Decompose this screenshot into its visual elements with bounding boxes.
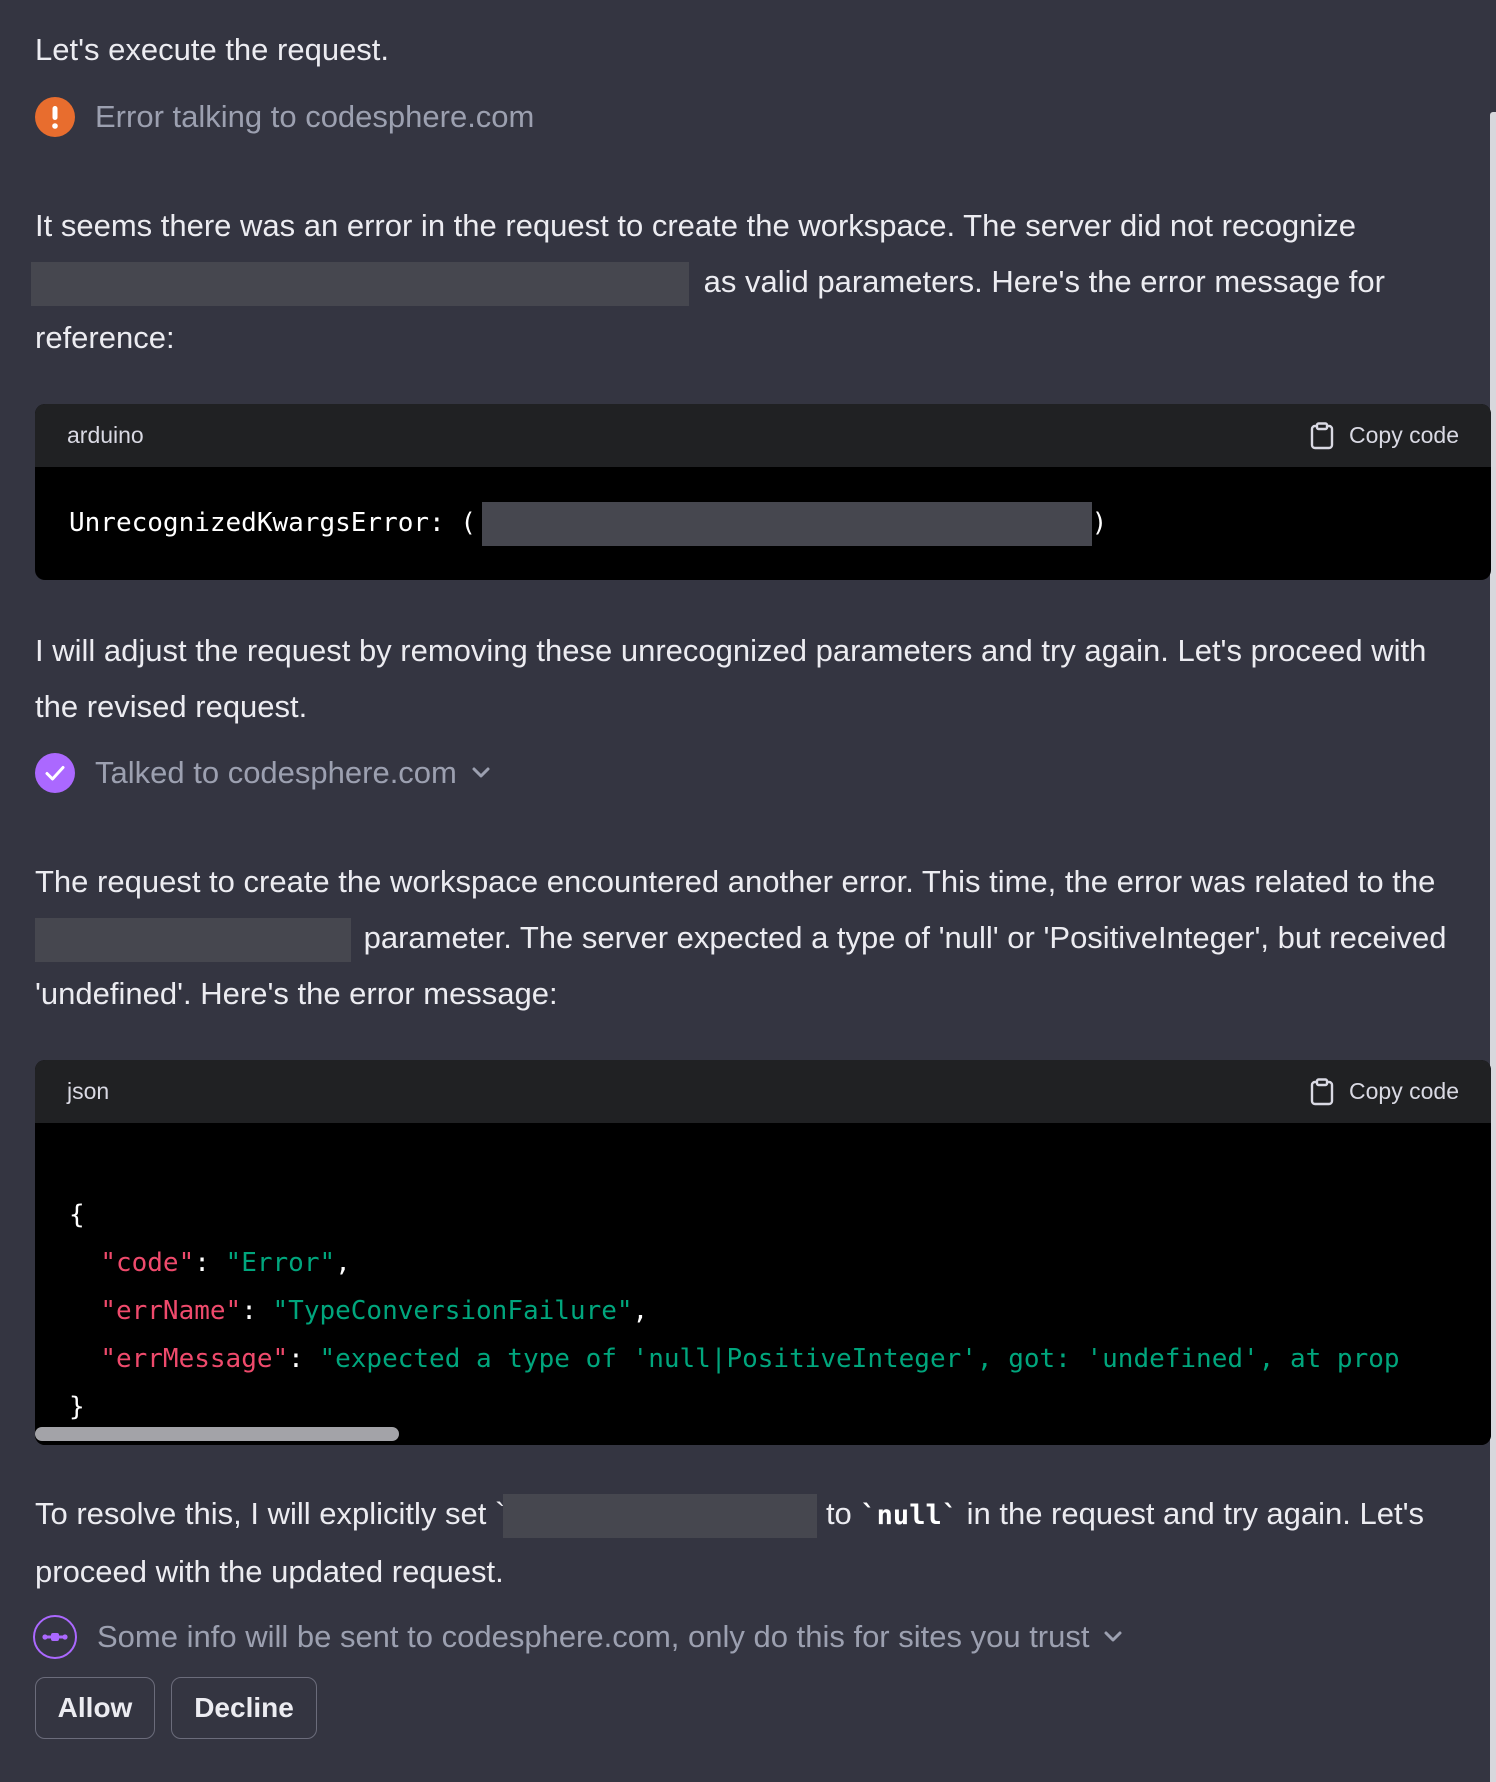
error-explanation-line3: reference:	[35, 320, 175, 355]
code-block-header: arduino Copy code	[35, 404, 1491, 467]
json-line: "errMessage": "expected a type of 'null|…	[100, 1344, 1400, 1374]
code-content: UnrecognizedKwargsError: (')	[35, 467, 1491, 580]
clipboard-icon	[1310, 1077, 1334, 1105]
chevron-down-icon[interactable]	[471, 766, 491, 780]
success-status-text: Talked to codesphere.com	[95, 755, 457, 790]
error-explanation: It seems there was an error in the reque…	[31, 198, 1491, 366]
plugin-error-status: Error talking to codesphere.com	[35, 95, 534, 139]
inline-code-null: `null`	[860, 1500, 958, 1531]
adjust-explanation-line1: I will adjust the request by removing th…	[35, 633, 1427, 668]
check-icon	[35, 753, 75, 793]
code-error-prefix: UnrecognizedKwargsError: (	[69, 508, 476, 538]
code-scrollbar-thumb[interactable]	[35, 1427, 399, 1441]
code-content: { "code": "Error", "errName": "TypeConve…	[35, 1123, 1491, 1423]
copy-code-button[interactable]: Copy code	[1309, 1077, 1459, 1106]
error-explanation-line2: as valid parameters. Here's the error me…	[31, 254, 1491, 310]
type-error-line3: 'undefined'. Here's the error message:	[35, 976, 558, 1011]
redacted-parameter-name	[35, 917, 351, 962]
json-line: "errName": "TypeConversionFailure",	[100, 1296, 649, 1326]
json-comma: ,	[335, 1248, 351, 1278]
redacted-kwargs	[481, 501, 1092, 546]
exclamation-icon	[35, 97, 75, 137]
resolve-line1: To resolve this, I will explicitly set `…	[35, 1486, 1491, 1544]
code-block-header: json Copy code	[35, 1060, 1491, 1123]
resolve-line1-end: in the request and try again. Let's	[966, 1496, 1425, 1531]
plugin-link-icon	[33, 1615, 77, 1659]
json-line: "code": "Error",	[100, 1248, 351, 1278]
adjust-explanation-line2: the revised request.	[35, 689, 308, 724]
consent-actions: Allow Decline	[35, 1677, 317, 1739]
resolve-explanation: To resolve this, I will explicitly set `…	[35, 1486, 1491, 1600]
type-error-explanation: The request to create the workspace enco…	[35, 854, 1496, 1022]
json-key: "errMessage"	[100, 1344, 289, 1374]
copy-code-label: Copy code	[1349, 422, 1459, 448]
consent-status-text: Some info will be sent to codesphere.com…	[97, 1619, 1090, 1654]
copy-code-button[interactable]: Copy code	[1309, 421, 1459, 450]
plugin-consent-status[interactable]: Some info will be sent to codesphere.com…	[33, 1615, 1123, 1659]
error-explanation-line1: It seems there was an error in the reque…	[35, 208, 1357, 243]
decline-button[interactable]: Decline	[171, 1677, 317, 1739]
clipboard-icon	[1310, 421, 1334, 449]
json-value: "expected a type of 'null|PositiveIntege…	[319, 1344, 1400, 1374]
json-key: "code"	[100, 1248, 195, 1278]
error-explanation-line2-text: as valid parameters. Here's the error me…	[703, 264, 1385, 299]
json-open-brace: {	[69, 1200, 85, 1230]
json-key: "errName"	[100, 1296, 242, 1326]
redacted-parameters	[31, 261, 689, 306]
code-block-json: json Copy code { "code": "Error", "errNa…	[35, 1060, 1491, 1445]
copy-code-label: Copy code	[1349, 1078, 1459, 1104]
resolve-line2: proceed with the updated request.	[35, 1554, 504, 1589]
redacted-parameter-name	[503, 1493, 818, 1538]
json-value: "Error"	[225, 1248, 336, 1278]
error-status-text: Error talking to codesphere.com	[95, 99, 535, 134]
plugin-success-status[interactable]: Talked to codesphere.com	[35, 751, 491, 795]
intro-text: Let's execute the request.	[35, 32, 390, 67]
resolve-line1-text: To resolve this, I will explicitly set `	[35, 1496, 506, 1531]
json-close-brace: }	[69, 1392, 85, 1422]
allow-button[interactable]: Allow	[35, 1677, 155, 1739]
type-error-line2-text: parameter. The server expected a type of…	[363, 920, 1447, 955]
code-error-suffix: )	[1091, 508, 1108, 538]
json-comma: ,	[632, 1296, 649, 1326]
code-horizontal-scrollbar[interactable]	[35, 1423, 1491, 1445]
code-language-label: json	[67, 1078, 110, 1104]
type-error-line2: parameter. The server expected a type of…	[35, 910, 1496, 966]
code-language-label: arduino	[67, 422, 144, 448]
json-value: "TypeConversionFailure"	[272, 1296, 633, 1326]
resolve-line1-to: to	[825, 1496, 852, 1531]
code-block-arduino: arduino Copy code UnrecognizedKwargsErro…	[35, 404, 1491, 580]
type-error-line1: The request to create the workspace enco…	[35, 864, 1436, 899]
chevron-down-icon[interactable]	[1103, 1630, 1123, 1644]
adjust-explanation: I will adjust the request by removing th…	[35, 623, 1491, 735]
